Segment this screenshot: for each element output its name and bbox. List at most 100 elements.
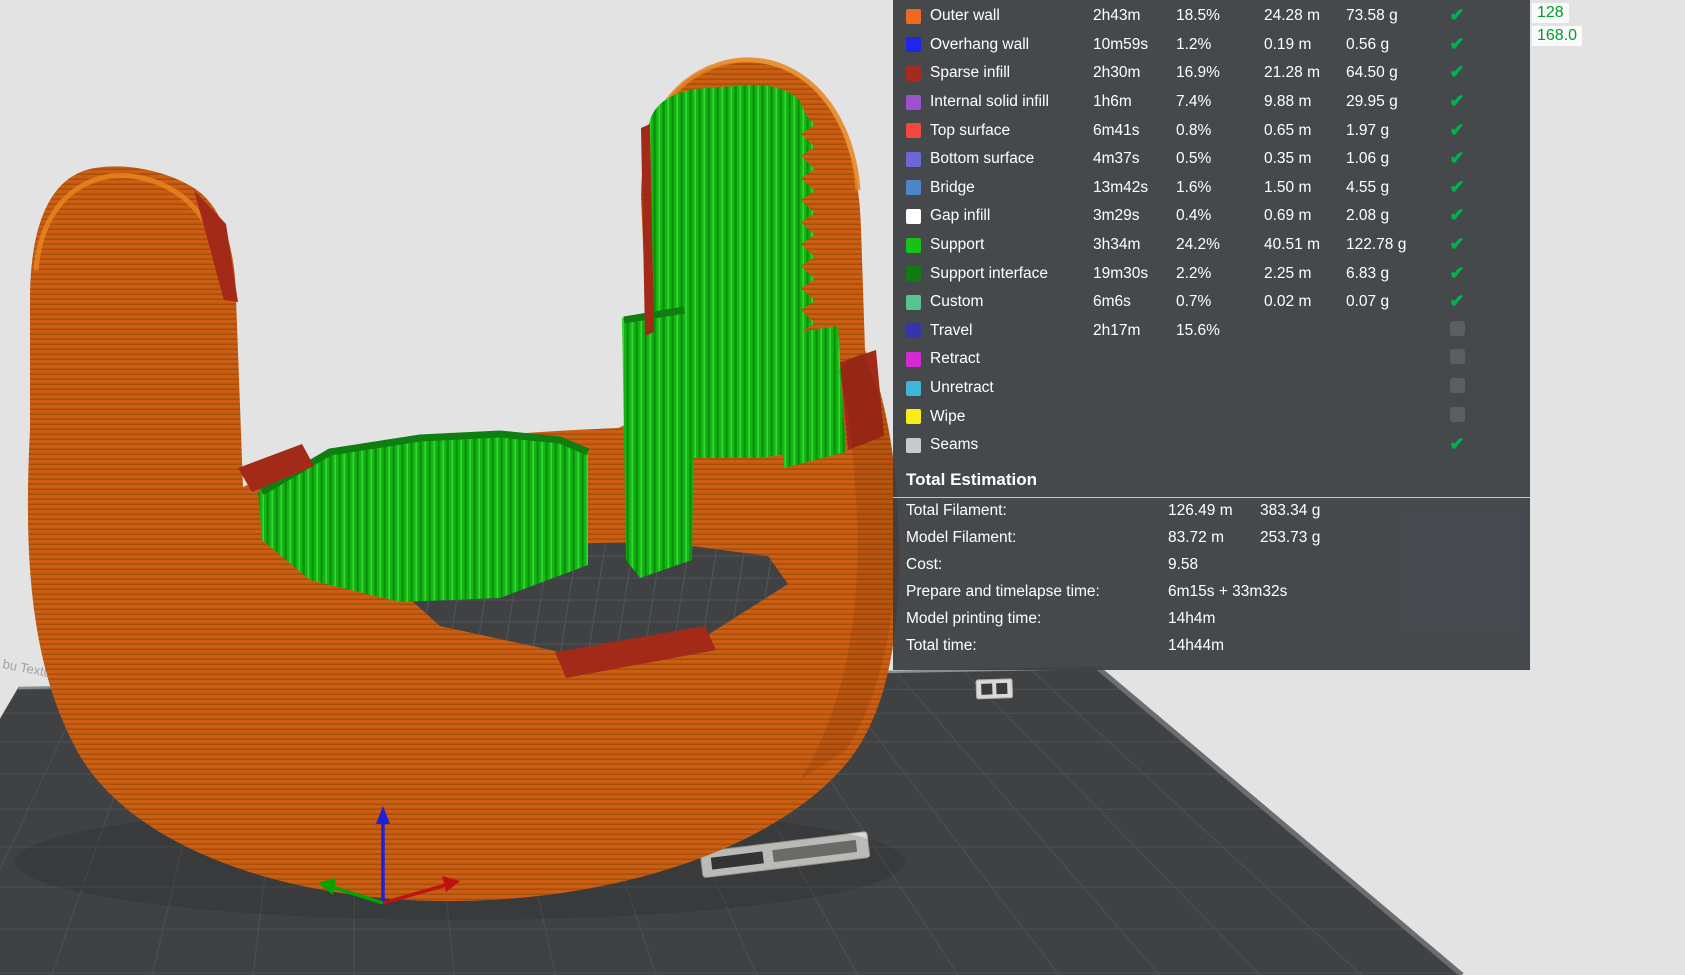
feature-weight: 2.08 g — [1346, 207, 1390, 225]
feature-percent: 15.6% — [1176, 321, 1220, 339]
feature-visibility-toggle[interactable]: ✔ — [1446, 149, 1468, 169]
estimation-value: 126.49 m — [1168, 502, 1233, 519]
feature-visibility-toggle[interactable]: ✔ — [1446, 178, 1468, 198]
feature-label: Top surface — [930, 121, 1011, 139]
feature-color-swatch — [906, 65, 921, 81]
feature-weight: 73.58 g — [1346, 7, 1398, 25]
feature-color-swatch — [906, 208, 921, 224]
feature-percent: 1.2% — [1176, 35, 1212, 53]
feature-visibility-toggle[interactable] — [1446, 320, 1468, 341]
feature-time: 19m30s — [1093, 264, 1149, 282]
feature-visibility-toggle[interactable]: ✔ — [1446, 6, 1468, 26]
feature-visibility-toggle[interactable]: ✔ — [1446, 121, 1468, 141]
feature-color-swatch — [906, 237, 921, 253]
feature-percent: 0.7% — [1176, 293, 1212, 311]
estimation-label: Prepare and timelapse time: — [906, 583, 1100, 600]
checkbox-empty-icon — [1449, 349, 1465, 365]
check-icon: ✔ — [1449, 148, 1465, 169]
estimation-row: Total Filament: 126.49 m 383.34 g — [893, 498, 1530, 525]
feature-length: 0.19 m — [1264, 35, 1312, 53]
feature-row-bridge: Bridge 13m42s 1.6% 1.50 m 4.55 g ✔ — [893, 174, 1530, 203]
feature-color-swatch — [906, 123, 921, 139]
feature-row-travel: Travel 2h17m 15.6% — [893, 317, 1530, 346]
feature-weight: 0.07 g — [1346, 293, 1390, 311]
feature-visibility-toggle[interactable]: ✔ — [1446, 92, 1468, 112]
estimation-value: 14h44m — [1168, 637, 1225, 654]
feature-color-swatch — [906, 409, 921, 425]
feature-percent: 2.2% — [1176, 264, 1212, 282]
checkbox-empty-icon — [1449, 320, 1465, 336]
feature-time: 4m37s — [1093, 150, 1140, 168]
feature-color-swatch — [906, 437, 921, 453]
feature-time: 2h30m — [1093, 64, 1141, 82]
feature-visibility-toggle[interactable] — [1446, 349, 1468, 369]
feature-label: Retract — [930, 350, 980, 368]
feature-weight: 64.50 g — [1346, 64, 1398, 82]
estimation-value: 14h4m — [1168, 610, 1216, 627]
check-icon: ✔ — [1449, 176, 1465, 197]
feature-percent: 16.9% — [1176, 64, 1220, 82]
check-icon: ✔ — [1449, 262, 1465, 283]
feature-row-custom: Custom 6m6s 0.7% 0.02 m 0.07 g ✔ — [893, 288, 1530, 317]
feature-length: 0.35 m — [1264, 150, 1312, 168]
check-icon: ✔ — [1449, 5, 1465, 26]
feature-row-seams: Seams ✔ — [893, 431, 1530, 460]
feature-time: 13m42s — [1093, 178, 1149, 196]
feature-color-swatch — [906, 351, 921, 367]
feature-label: Internal solid infill — [930, 93, 1049, 111]
feature-visibility-toggle[interactable] — [1446, 378, 1468, 398]
estimation-row: Total time: 14h44m — [893, 633, 1530, 660]
feature-color-swatch — [906, 151, 921, 167]
feature-visibility-toggle[interactable]: ✔ — [1446, 63, 1468, 83]
check-icon: ✔ — [1449, 91, 1465, 112]
feature-color-swatch — [906, 266, 921, 282]
feature-row-support-interface: Support interface 19m30s 2.2% 2.25 m 6.83 g ✔ — [893, 259, 1530, 288]
estimation-value: 6m15s + 33m32s — [1168, 583, 1288, 600]
feature-visibility-toggle[interactable] — [1446, 406, 1468, 427]
feature-visibility-toggle[interactable]: ✔ — [1446, 35, 1468, 55]
feature-weight: 1.97 g — [1346, 121, 1390, 139]
feature-length: 0.65 m — [1264, 121, 1312, 139]
feature-label: Support interface — [930, 264, 1049, 282]
feature-label: Overhang wall — [930, 35, 1030, 53]
estimation-label: Total Filament: — [906, 502, 1007, 519]
feature-label: Seams — [930, 436, 979, 454]
estimation-value: 9.58 — [1168, 556, 1199, 573]
feature-visibility-toggle[interactable]: ✔ — [1446, 292, 1468, 312]
feature-color-swatch — [906, 380, 921, 396]
feature-visibility-toggle[interactable]: ✔ — [1446, 435, 1468, 455]
print-stats-panel: Outer wall 2h43m 18.5% 24.28 m 73.58 g ✔ Overh… — [893, 0, 1530, 670]
legend-values: 128 168.0 — [1532, 3, 1583, 46]
plate-logo-tag — [975, 678, 1014, 700]
check-icon: ✔ — [1449, 234, 1465, 255]
feature-percent: 0.4% — [1176, 207, 1212, 225]
feature-color-swatch — [906, 37, 921, 53]
feature-visibility-toggle[interactable]: ✔ — [1446, 264, 1468, 284]
feature-length: 21.28 m — [1264, 64, 1321, 82]
feature-row-bottom-surface: Bottom surface 4m37s 0.5% 0.35 m 1.06 g ✔ — [893, 145, 1530, 174]
estimation-label: Model Filament: — [906, 529, 1017, 546]
feature-visibility-toggle[interactable]: ✔ — [1446, 235, 1468, 255]
estimation-row: Cost: 9.58 — [893, 552, 1530, 579]
check-icon: ✔ — [1449, 291, 1465, 312]
feature-label: Bottom surface — [930, 150, 1035, 168]
estimation-row: Model printing time: 14h4m — [893, 606, 1530, 633]
feature-visibility-toggle[interactable]: ✔ — [1446, 206, 1468, 226]
feature-row-top-surface: Top surface 6m41s 0.8% 0.65 m 1.97 g ✔ — [893, 116, 1530, 145]
feature-percent: 7.4% — [1176, 93, 1212, 111]
feature-percent: 18.5% — [1176, 7, 1220, 25]
legend-value-top: 128 — [1532, 3, 1569, 23]
feature-color-swatch — [906, 180, 921, 196]
feature-color-swatch — [906, 8, 921, 24]
feature-label: Wipe — [930, 407, 966, 425]
feature-percent: 0.8% — [1176, 121, 1212, 139]
feature-time: 1h6m — [1093, 93, 1132, 111]
slicer-preview-screen: bu Textu Outer wall 2h43m 18.5% 24.28 m … — [0, 0, 1685, 975]
feature-label: Sparse infill — [930, 64, 1011, 82]
estimation-label: Cost: — [906, 556, 943, 573]
estimation-label: Model printing time: — [906, 610, 1042, 627]
feature-weight: 122.78 g — [1346, 236, 1407, 254]
feature-weight: 0.56 g — [1346, 35, 1390, 53]
feature-percent: 24.2% — [1176, 236, 1220, 254]
feature-row-unretract: Unretract — [893, 374, 1530, 403]
